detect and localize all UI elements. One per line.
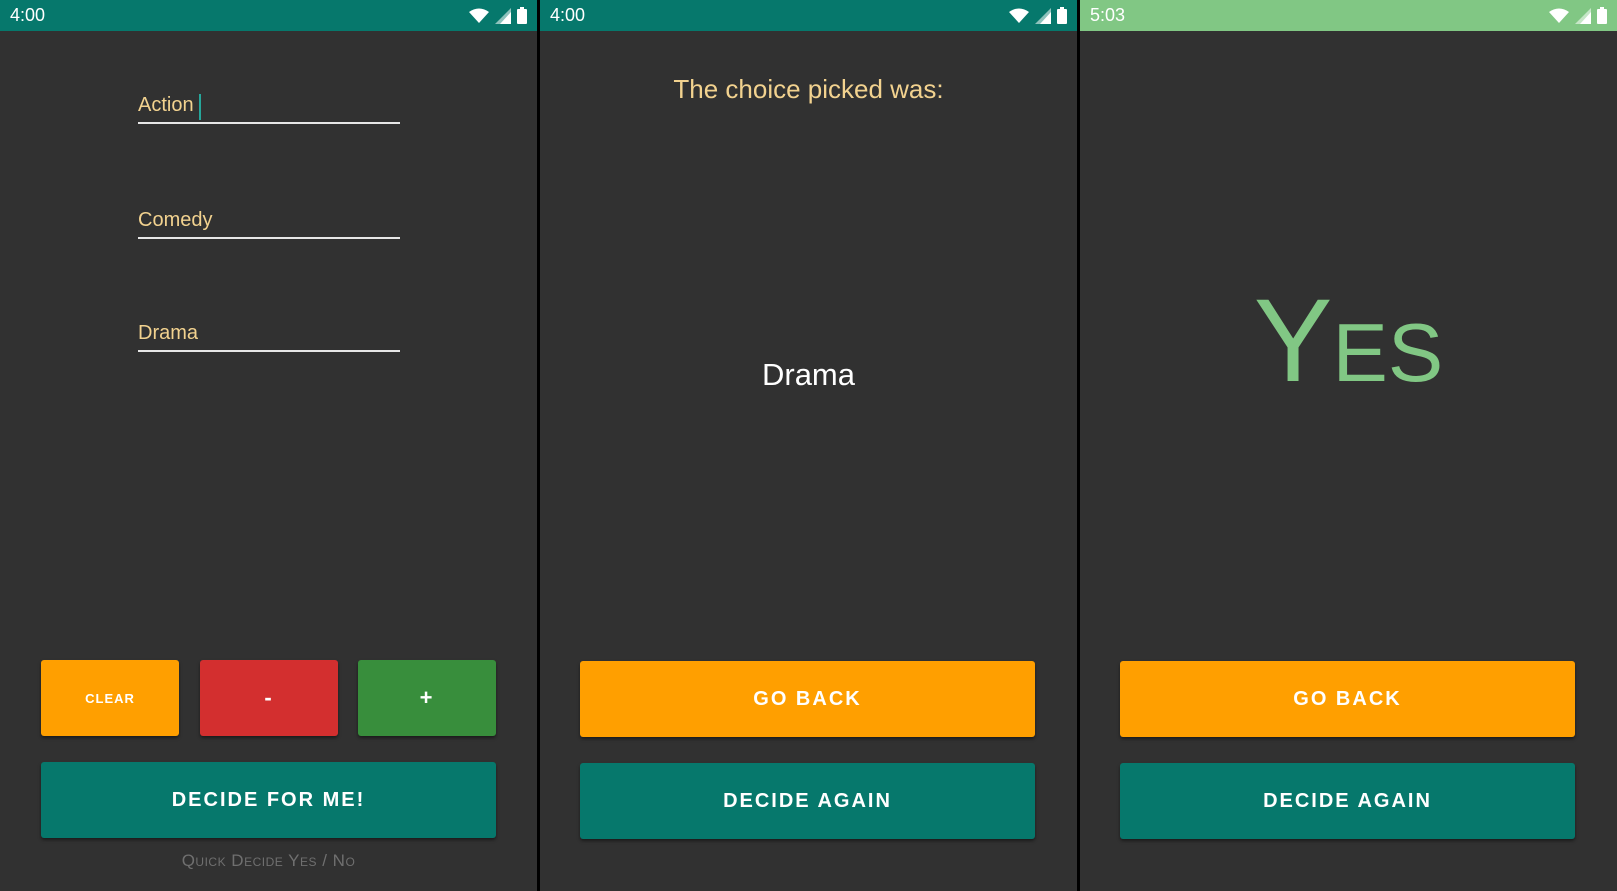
choice-field-1[interactable] <box>138 90 400 124</box>
choice-input-2[interactable] <box>138 205 400 237</box>
yes-no-answer: Yes <box>1253 275 1444 407</box>
status-bar: 4:00 <box>0 0 537 31</box>
status-time: 4:00 <box>550 5 586 25</box>
decide-for-me-button[interactable]: DECIDE FOR ME! <box>41 762 496 838</box>
battery-icon <box>1597 7 1607 24</box>
signal-icon <box>495 7 511 24</box>
choice-field-3[interactable] <box>138 318 400 352</box>
wifi-icon <box>469 8 489 23</box>
add-field-button[interactable]: + <box>358 660 496 736</box>
quick-decide-link[interactable]: Quick Decide Yes / No <box>0 851 537 871</box>
battery-icon <box>517 7 527 24</box>
text-cursor <box>199 94 201 120</box>
clear-button[interactable]: CLEAR <box>41 660 179 736</box>
go-back-button[interactable]: GO BACK <box>1120 661 1575 737</box>
battery-icon <box>1057 7 1067 24</box>
choice-field-2[interactable] <box>138 205 400 239</box>
picked-choice: Drama <box>761 357 855 392</box>
remove-field-button[interactable]: - <box>200 660 338 736</box>
go-back-button[interactable]: GO BACK <box>580 661 1035 737</box>
status-bar: 5:03 <box>1080 0 1617 31</box>
decide-again-button[interactable]: DECIDE AGAIN <box>580 763 1035 839</box>
status-time: 4:00 <box>10 5 46 25</box>
status-bar: 4:00 <box>540 0 1077 31</box>
wifi-icon <box>1009 8 1029 23</box>
result-heading: The choice picked was: <box>673 74 944 104</box>
choice-input-3[interactable] <box>138 318 400 350</box>
signal-icon <box>1575 7 1591 24</box>
status-time: 5:03 <box>1090 5 1126 25</box>
yes-no-screen: 5:03 Yes GO BACK DECIDE AGAIN <box>1080 0 1617 891</box>
choice-input-1[interactable] <box>138 90 400 122</box>
input-screen: 4:00 CLEAR - + DECIDE FOR ME! Quick Deci… <box>0 0 537 891</box>
signal-icon <box>1035 7 1051 24</box>
result-screen: 4:00 The choice picked was: Drama GO BAC… <box>540 0 1077 891</box>
wifi-icon <box>1549 8 1569 23</box>
decide-again-button[interactable]: DECIDE AGAIN <box>1120 763 1575 839</box>
